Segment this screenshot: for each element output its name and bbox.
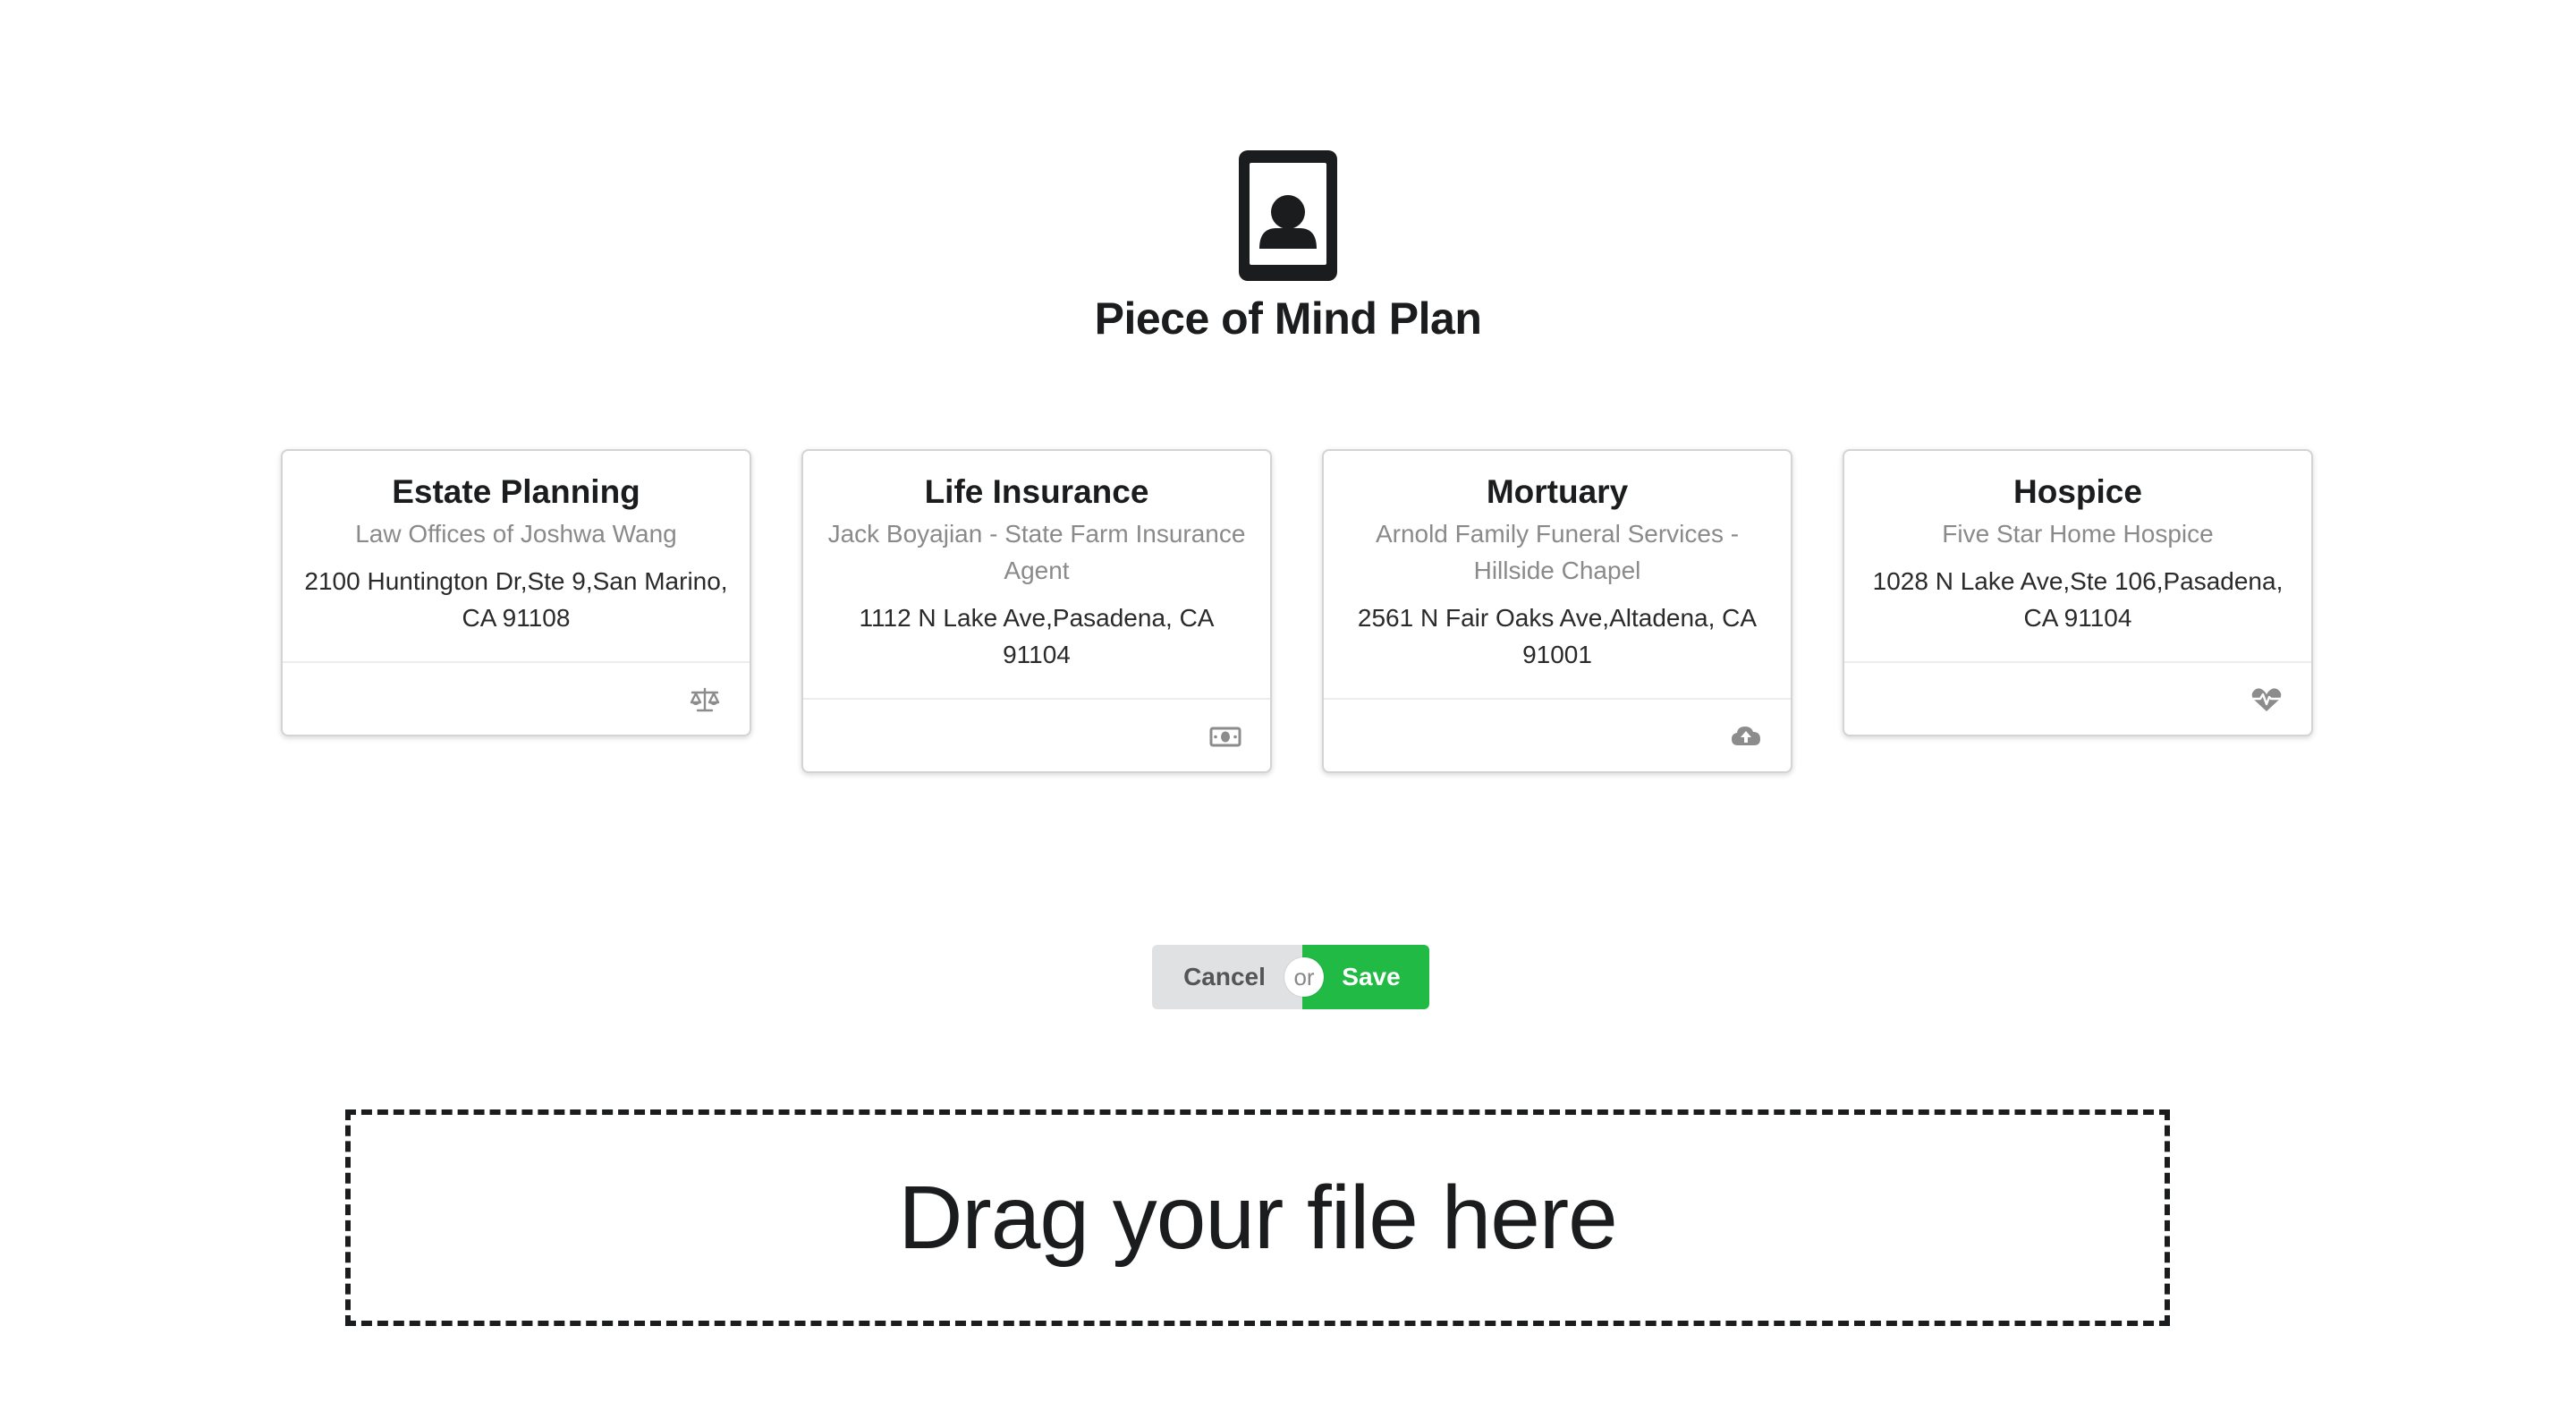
card-content: Mortuary Arnold Family Funeral Services … bbox=[1324, 451, 1791, 698]
card-address: 2561 N Fair Oaks Ave,Altadena, CA 91001 bbox=[1357, 604, 1758, 669]
card-hospice[interactable]: Hospice Five Star Home Hospice 1028 N La… bbox=[1843, 449, 2313, 737]
card-address: 2100 Huntington Dr,Ste 9,San Marino, CA … bbox=[304, 567, 728, 633]
cancel-button[interactable]: Cancel bbox=[1152, 945, 1302, 1009]
card-content: Hospice Five Star Home Hospice 1028 N La… bbox=[1844, 451, 2311, 661]
card-header: Estate Planning bbox=[392, 473, 640, 510]
card-header: Mortuary bbox=[1486, 473, 1629, 510]
balance-scale-icon bbox=[690, 688, 720, 712]
cloud-upload-icon bbox=[1732, 727, 1760, 746]
card-header: Hospice bbox=[2013, 473, 2142, 510]
money-bill-icon bbox=[1209, 727, 1241, 747]
heartbeat-icon bbox=[2251, 688, 2282, 712]
card-mortuary[interactable]: Mortuary Arnold Family Funeral Services … bbox=[1322, 449, 1792, 774]
card-address: 1028 N Lake Ave,Ste 106,Pasadena, CA 911… bbox=[1872, 567, 2284, 633]
card-footer bbox=[1324, 698, 1791, 771]
card-header: Life Insurance bbox=[924, 473, 1149, 510]
page: Piece of Mind Plan Estate Planning Law O… bbox=[0, 0, 2576, 1428]
cancel-save-button-group: Cancel Save or bbox=[1152, 945, 1429, 1009]
contact-card-icon bbox=[1239, 150, 1337, 281]
card-meta: Five Star Home Hospice bbox=[1942, 520, 2214, 548]
card-group: Estate Planning Law Offices of Joshwa Wa… bbox=[281, 449, 2313, 774]
card-footer bbox=[283, 661, 750, 735]
page-title: Piece of Mind Plan bbox=[1094, 293, 1482, 344]
card-meta: Law Offices of Joshwa Wang bbox=[355, 520, 677, 548]
card-life-insurance[interactable]: Life Insurance Jack Boyajian - State Far… bbox=[801, 449, 1272, 774]
card-footer bbox=[1844, 661, 2311, 735]
file-dropzone[interactable]: Drag your file here bbox=[345, 1109, 2170, 1326]
card-content: Estate Planning Law Offices of Joshwa Wa… bbox=[283, 451, 750, 661]
card-estate-planning[interactable]: Estate Planning Law Offices of Joshwa Wa… bbox=[281, 449, 751, 737]
card-meta: Arnold Family Funeral Services - Hillsid… bbox=[1375, 520, 1740, 585]
page-header: Piece of Mind Plan bbox=[0, 150, 2576, 345]
card-footer bbox=[803, 698, 1270, 771]
card-address: 1112 N Lake Ave,Pasadena, CA 91104 bbox=[859, 604, 1215, 669]
or-divider: or bbox=[1284, 957, 1324, 997]
dropzone-label: Drag your file here bbox=[898, 1167, 1618, 1268]
card-content: Life Insurance Jack Boyajian - State Far… bbox=[803, 451, 1270, 698]
card-meta: Jack Boyajian - State Farm Insurance Age… bbox=[827, 520, 1246, 585]
